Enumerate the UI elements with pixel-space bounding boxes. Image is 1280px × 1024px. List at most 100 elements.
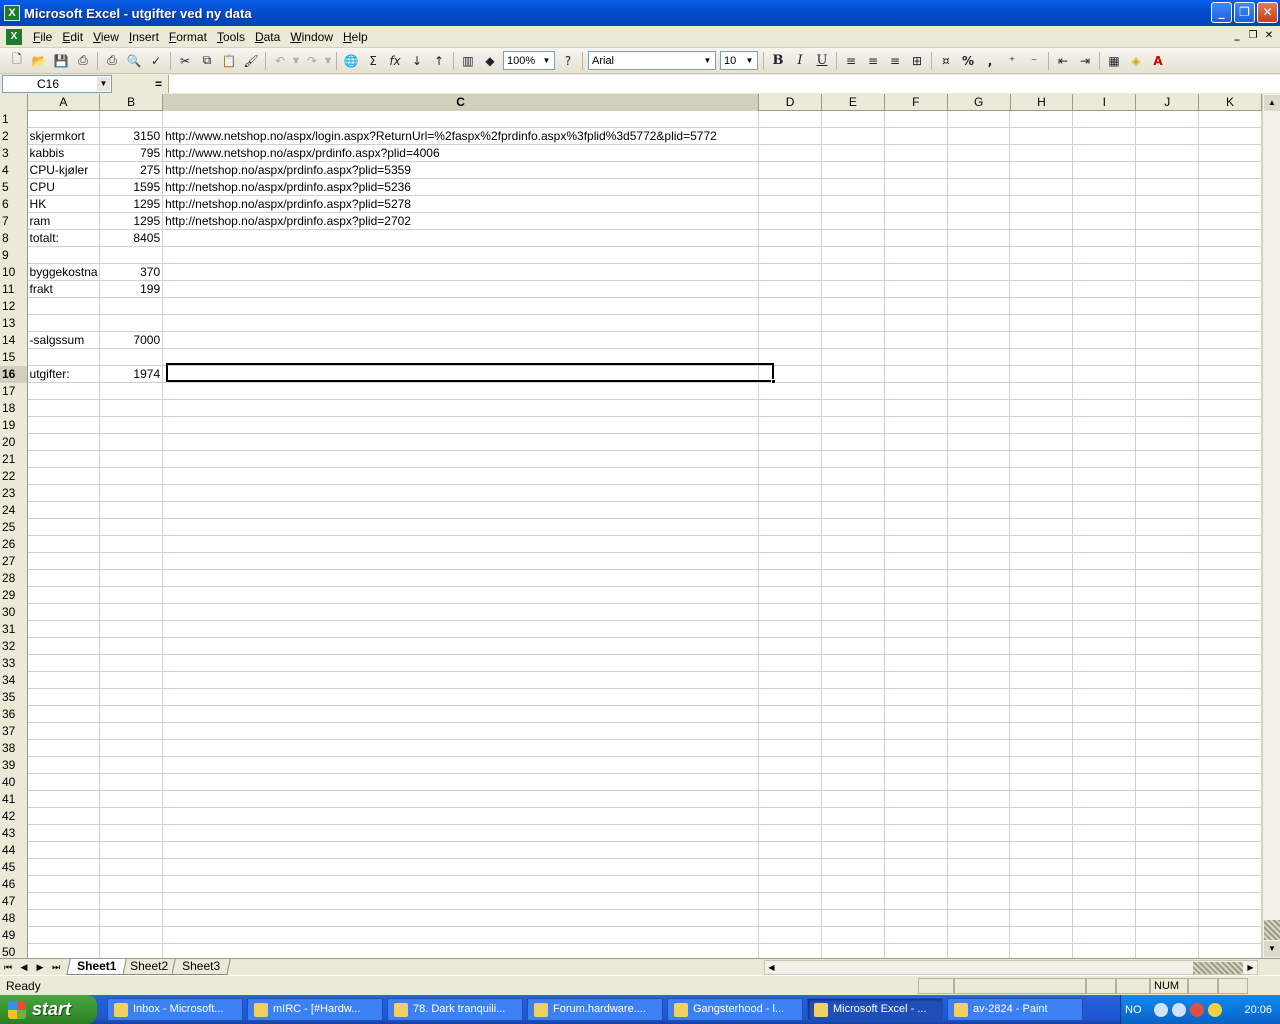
cell-a41[interactable] [28, 791, 101, 807]
cell-a42[interactable] [28, 808, 101, 824]
cell-k25[interactable] [1199, 519, 1262, 535]
cell-b37[interactable] [100, 723, 164, 739]
cell-a39[interactable] [28, 757, 101, 773]
cell-c35[interactable] [163, 689, 759, 705]
minimize-button[interactable]: _ [1211, 2, 1232, 23]
cell-k38[interactable] [1199, 740, 1262, 756]
cell-d24[interactable] [759, 502, 822, 518]
cell-j28[interactable] [1136, 570, 1200, 586]
cell-h1[interactable] [1010, 111, 1074, 127]
cell-j1[interactable] [1136, 111, 1200, 127]
cell-k9[interactable] [1199, 247, 1262, 263]
cell-a24[interactable] [28, 502, 101, 518]
cell-e21[interactable] [822, 451, 885, 467]
cell-a14[interactable]: -salgssum [28, 332, 101, 348]
cell-b43[interactable] [100, 825, 164, 841]
cell-d32[interactable] [759, 638, 822, 654]
cell-a1[interactable] [28, 111, 101, 127]
cell-b38[interactable] [100, 740, 164, 756]
row-header[interactable]: 22 [0, 468, 28, 485]
cell-f12[interactable] [885, 298, 948, 314]
cell-e26[interactable] [822, 536, 885, 552]
cell-c13[interactable] [163, 315, 759, 331]
column-header-b[interactable]: B [100, 94, 164, 111]
cell-h15[interactable] [1010, 349, 1074, 365]
cell-f9[interactable] [885, 247, 948, 263]
cell-i34[interactable] [1073, 672, 1137, 688]
cell-i41[interactable] [1073, 791, 1137, 807]
cell-j20[interactable] [1136, 434, 1200, 450]
autosum-icon[interactable]: Σ [362, 50, 384, 72]
cell-c24[interactable] [163, 502, 759, 518]
cell-a18[interactable] [28, 400, 101, 416]
row-header[interactable]: 48 [0, 910, 28, 927]
cell-k48[interactable] [1199, 910, 1262, 926]
cell-h8[interactable] [1010, 230, 1074, 246]
cell-h30[interactable] [1010, 604, 1074, 620]
cell-d30[interactable] [759, 604, 822, 620]
cell-j48[interactable] [1136, 910, 1200, 926]
sort-ascending-icon[interactable]: ↓ [406, 50, 428, 72]
cell-d21[interactable] [759, 451, 822, 467]
cell-g44[interactable] [948, 842, 1011, 858]
cell-c25[interactable] [163, 519, 759, 535]
cell-k14[interactable] [1199, 332, 1262, 348]
cell-b8[interactable]: 8405 [100, 230, 164, 246]
cell-i24[interactable] [1073, 502, 1137, 518]
cell-e2[interactable] [822, 128, 885, 144]
cell-i33[interactable] [1073, 655, 1137, 671]
cell-i7[interactable] [1073, 213, 1137, 229]
menu-window[interactable]: Window [285, 30, 338, 44]
cell-d1[interactable] [759, 111, 822, 127]
cell-b24[interactable] [100, 502, 164, 518]
row-header[interactable]: 36 [0, 706, 28, 723]
cell-j17[interactable] [1136, 383, 1200, 399]
undo-dropdown-icon[interactable]: ▼ [291, 50, 301, 72]
cell-g22[interactable] [948, 468, 1011, 484]
scroll-right-icon[interactable]: ▶ [1244, 961, 1257, 974]
cell-h33[interactable] [1010, 655, 1074, 671]
cell-d50[interactable] [759, 944, 822, 958]
cell-d46[interactable] [759, 876, 822, 892]
cell-e16[interactable] [822, 366, 885, 382]
cell-c46[interactable] [163, 876, 759, 892]
cell-e1[interactable] [822, 111, 885, 127]
cell-e17[interactable] [822, 383, 885, 399]
cell-g3[interactable] [948, 145, 1011, 161]
cell-d26[interactable] [759, 536, 822, 552]
cell-d48[interactable] [759, 910, 822, 926]
cell-h13[interactable] [1010, 315, 1074, 331]
cell-j38[interactable] [1136, 740, 1200, 756]
row-header[interactable]: 8 [0, 230, 28, 247]
cell-g42[interactable] [948, 808, 1011, 824]
cell-k22[interactable] [1199, 468, 1262, 484]
cell-g49[interactable] [948, 927, 1011, 943]
cell-k17[interactable] [1199, 383, 1262, 399]
cell-i42[interactable] [1073, 808, 1137, 824]
cell-b2[interactable]: 3150 [100, 128, 164, 144]
cell-g4[interactable] [948, 162, 1011, 178]
cell-a49[interactable] [28, 927, 101, 943]
cell-i44[interactable] [1073, 842, 1137, 858]
chevron-down-icon[interactable]: ▼ [540, 53, 553, 68]
cell-g46[interactable] [948, 876, 1011, 892]
cell-e31[interactable] [822, 621, 885, 637]
cell-c16[interactable] [163, 366, 759, 382]
row-header[interactable]: 25 [0, 519, 28, 536]
cell-e12[interactable] [822, 298, 885, 314]
scroll-up-icon[interactable]: ▲ [1264, 95, 1280, 111]
cell-e14[interactable] [822, 332, 885, 348]
cell-g23[interactable] [948, 485, 1011, 501]
cell-c20[interactable] [163, 434, 759, 450]
cell-c26[interactable] [163, 536, 759, 552]
cell-b21[interactable] [100, 451, 164, 467]
row-header[interactable]: 7 [0, 213, 28, 230]
cell-i12[interactable] [1073, 298, 1137, 314]
cell-d49[interactable] [759, 927, 822, 943]
cell-c9[interactable] [163, 247, 759, 263]
cell-f22[interactable] [885, 468, 948, 484]
row-header[interactable]: 49 [0, 927, 28, 944]
cell-e44[interactable] [822, 842, 885, 858]
cell-i2[interactable] [1073, 128, 1137, 144]
cell-f26[interactable] [885, 536, 948, 552]
